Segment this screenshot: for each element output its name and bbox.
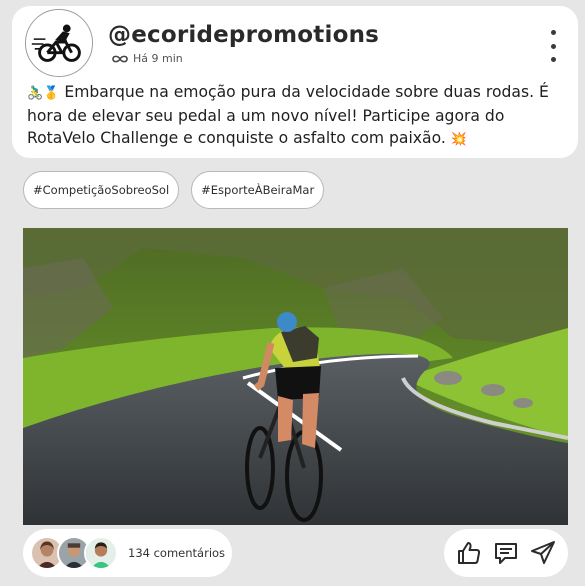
comment-button[interactable] (492, 539, 520, 567)
like-button[interactable] (455, 539, 483, 567)
post-time: Há 9 min (133, 52, 183, 65)
caption-text: Embarque na emoção pura da velocidade so… (27, 83, 549, 147)
post-caption: 🚴‍♂️🥇 Embarque na emoção pura da velocid… (27, 81, 572, 151)
post-meta: Há 9 min (111, 52, 183, 65)
comment-count: 134 comentários (128, 546, 226, 560)
share-icon (531, 541, 556, 564)
hashtag-chip[interactable]: #EsporteÀBeiraMar (191, 171, 325, 209)
share-button[interactable] (529, 539, 557, 567)
cyclist-logo-icon (26, 10, 92, 76)
caption-tail-emoji: 💥 (450, 132, 467, 147)
cyclist-road-photo (23, 228, 568, 525)
commenter-avatars (30, 536, 130, 570)
post-actions (444, 529, 568, 577)
comment-icon (494, 543, 517, 564)
infinity-icon (112, 55, 128, 62)
hashtag-list: #CompetiçãoSobreoSol #EsporteÀBeiraMar (23, 171, 325, 209)
comments-summary[interactable]: 134 comentários (23, 529, 232, 577)
account-handle[interactable]: @ecoridepromotions (108, 22, 379, 48)
post-image[interactable] (23, 228, 568, 525)
more-options-icon[interactable] (548, 30, 558, 62)
like-icon (457, 542, 480, 564)
post-header-card: @ecoridepromotions Há 9 min 🚴‍♂️🥇 Embarq… (12, 6, 578, 158)
hashtag-chip[interactable]: #CompetiçãoSobreoSol (23, 171, 180, 209)
profile-avatar[interactable] (25, 9, 93, 77)
caption-lead-emoji: 🚴‍♂️🥇 (27, 86, 60, 101)
avatar (84, 536, 118, 570)
